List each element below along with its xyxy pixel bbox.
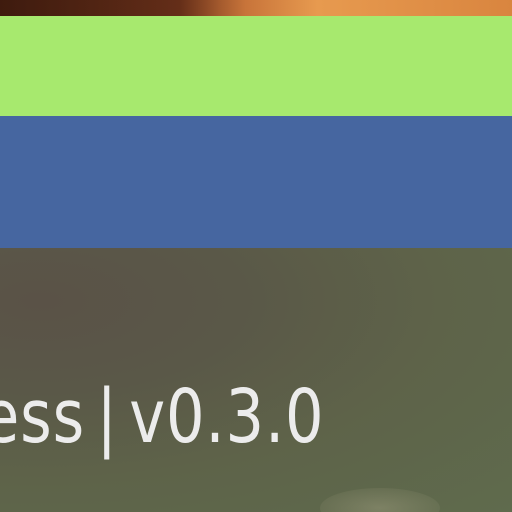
footer-area: ess|v0.3.0 [0, 248, 512, 512]
app-name-fragment: ess [0, 374, 86, 460]
version-separator: | [96, 374, 118, 460]
header-image-shade [0, 0, 220, 16]
background-glow [320, 488, 440, 512]
app-screen: ess|v0.3.0 [0, 0, 512, 512]
green-color-bar [0, 16, 512, 116]
header-image-strip [0, 0, 512, 16]
version-number: v0.3.0 [129, 374, 325, 460]
app-version-label: ess|v0.3.0 [0, 380, 324, 454]
blue-color-bar [0, 116, 512, 248]
